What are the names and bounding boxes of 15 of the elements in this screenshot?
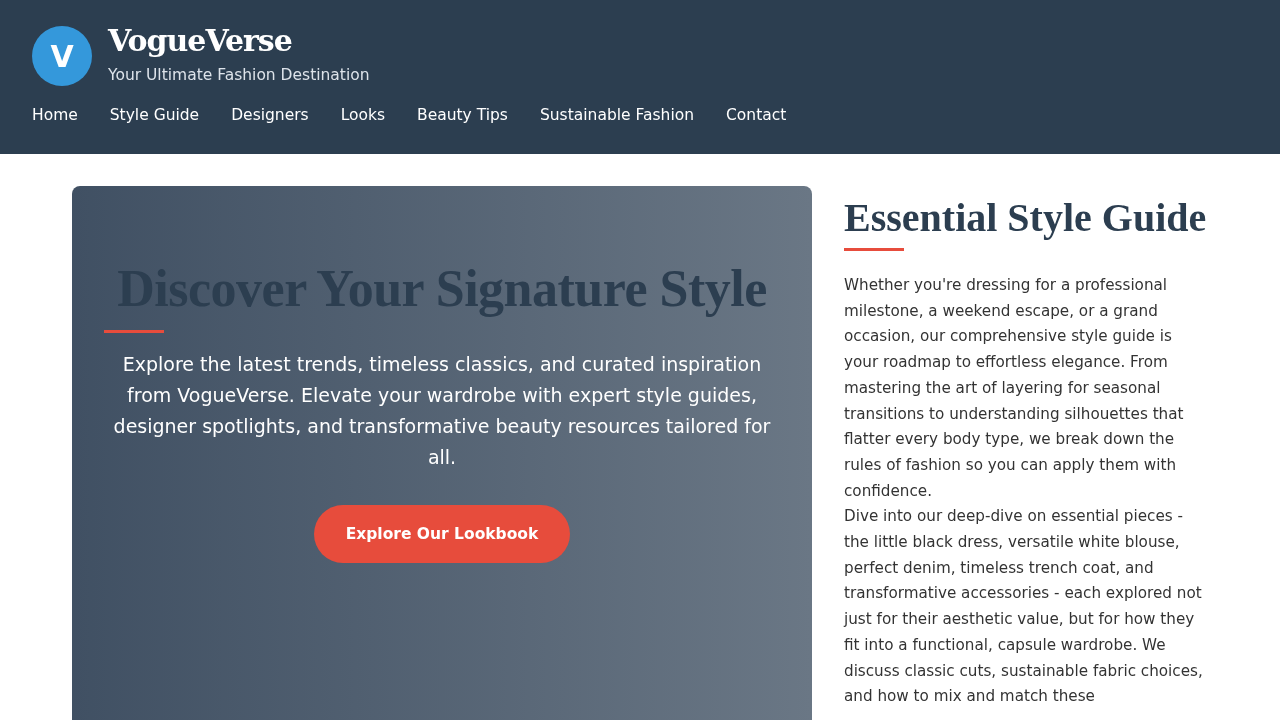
nav-link[interactable]: Designers [231, 104, 309, 126]
article-title: Essential Style Guide [844, 194, 1208, 242]
nav-link[interactable]: Looks [340, 104, 386, 126]
article-paragraph: Dive into our deep-dive on essential pieces - the little black dress, versatile white blouse, perfect denim, timeless trench coat, and transformative accessories - each explored not just for their aesthetic value, but for how they fit into a functional, capsule wardrobe. We discuss classic cuts, sustainable fabric choices, and how to mix and match these [844, 506, 1204, 708]
nav-link[interactable]: Home [32, 104, 78, 126]
nav-link[interactable]: Style Guide [109, 104, 200, 126]
hero-text: Explore the latest trends, timeless classics, and curated inspiration from VogueVerse. Elevate your wardrobe with expert style guides, designer spotlights, and transformative beauty resources tailored for all. [112, 352, 772, 470]
article-paragraph: Whether you're dressing for a professional milestone, a weekend escape, or a grand occasion, our comprehensive style guide is your roadmap to effortless elegance. From mastering the art of layering for seasonal transitions to understanding silhouettes that flatter every body type, we break down the rules of fashion so you can apply them with confidence. [844, 275, 1185, 502]
nav-link[interactable]: Contact [726, 104, 787, 126]
site-tagline: Your Ultimate Fashion Destination [108, 65, 370, 85]
nav-link[interactable]: Sustainable Fashion [539, 104, 694, 126]
nav-link[interactable]: Beauty Tips [417, 104, 508, 126]
lookbook-button[interactable]: Explore Our Lookbook [313, 505, 571, 563]
site-title: VogueVerse [108, 23, 293, 59]
logo-mark: V [32, 26, 92, 86]
